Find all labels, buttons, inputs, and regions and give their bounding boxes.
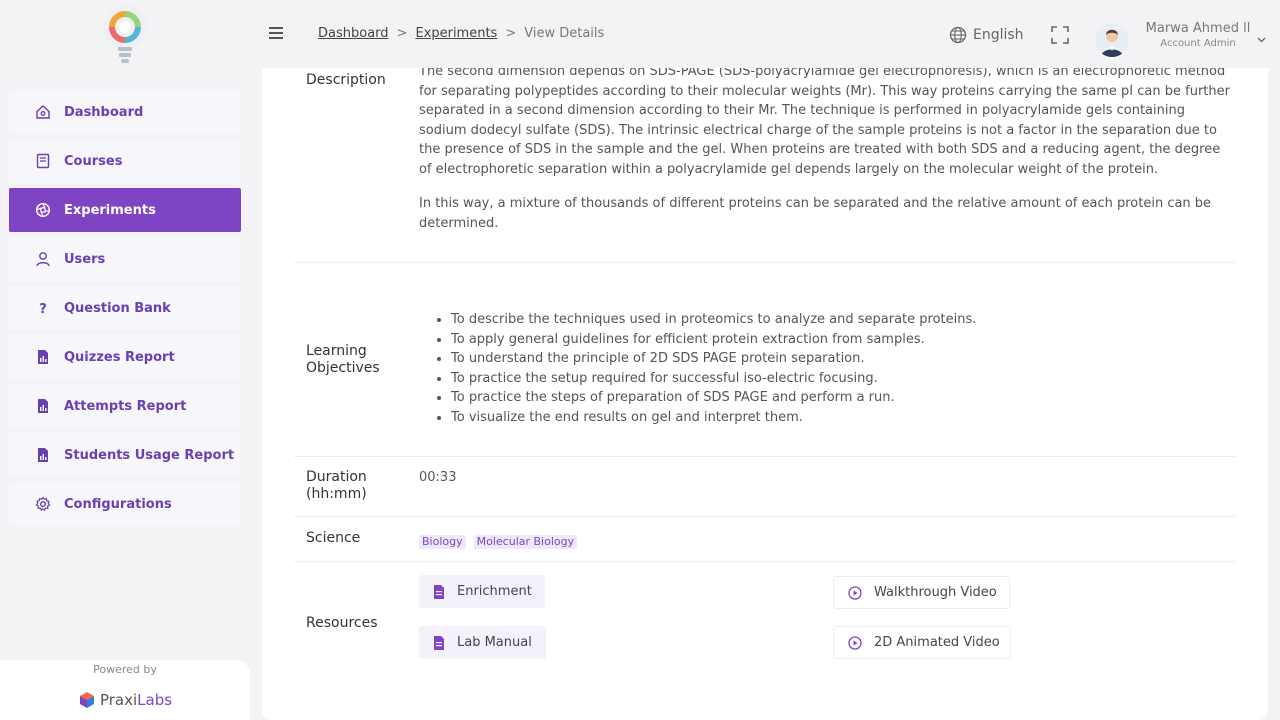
home-icon: [35, 104, 51, 120]
learning-objectives-list: To describe the techniques used in prote…: [419, 310, 1231, 427]
sidebar-item-label: Experiments: [64, 202, 156, 218]
lab-manual-button[interactable]: Lab Manual: [419, 626, 546, 659]
sidebar-item-courses[interactable]: Courses: [9, 139, 241, 183]
sidebar-item-label: Students Usage Report: [64, 447, 235, 463]
science-tags: Biology Molecular Biology: [419, 532, 1231, 552]
breadcrumb-experiments-link[interactable]: Experiments: [415, 26, 497, 41]
brand-suffix: Labs: [137, 691, 173, 709]
lightbulb-logo-icon: [103, 4, 147, 63]
list-item: To visualize the end results on gel and …: [451, 408, 1231, 428]
experiment-details-card: Description The second dimension depends…: [262, 68, 1268, 720]
science-section: Science Biology Molecular Biology: [294, 517, 1236, 561]
resources-label: Resources: [306, 615, 378, 631]
sidebar-item-students-usage-report[interactable]: Students Usage Report: [9, 433, 241, 477]
breadcrumb-dashboard-link[interactable]: Dashboard: [318, 26, 389, 41]
learning-objectives-section: Learning Objectives To describe the tech…: [294, 263, 1236, 456]
document-icon: [434, 635, 444, 650]
enrichment-button[interactable]: Enrichment: [419, 575, 545, 608]
sidebar-item-label: Configurations: [64, 496, 172, 512]
resource-label: Enrichment: [457, 584, 532, 599]
description-section: Description The second dimension depends…: [294, 68, 1236, 237]
resource-label: Walkthrough Video: [874, 585, 997, 600]
description-label: Description: [306, 72, 386, 88]
document-icon: [434, 584, 444, 599]
sidebar-item-attempts-report[interactable]: Attempts Report: [9, 384, 241, 428]
sidebar-item-label: Question Bank: [64, 300, 171, 316]
report-icon: [35, 398, 51, 414]
sidebar-item-users[interactable]: Users: [9, 237, 241, 281]
description-paragraph: The second dimension depends on SDS-PAGE…: [419, 68, 1230, 177]
avatar: [1095, 22, 1129, 57]
user-name: Marwa Ahmed ll: [1145, 20, 1251, 36]
science-tag-molecular-biology[interactable]: Molecular Biology: [473, 535, 578, 549]
resources-section: Resources Enrichment Lab Manual Walkthro…: [294, 562, 1236, 672]
duration-section: Duration (hh:mm) 00:33: [294, 457, 1236, 517]
list-item: To practice the steps of preparation of …: [451, 388, 1231, 408]
fullscreen-icon: [1051, 25, 1069, 44]
sidebar-item-label: Courses: [64, 153, 123, 169]
brand-prefix: Praxi: [99, 691, 138, 709]
list-item: To apply general guidelines for efficien…: [451, 330, 1231, 350]
menu-toggle-button[interactable]: [250, 0, 302, 66]
duration-value: 00:33: [419, 470, 457, 485]
resource-label: 2D Animated Video: [874, 635, 1000, 650]
list-item: To practice the setup required for succe…: [451, 369, 1231, 389]
report-icon: [35, 349, 51, 365]
sidebar: Dashboard Courses Experiments Users ? Qu…: [0, 0, 250, 720]
report-icon: [35, 447, 51, 463]
chevron-down-icon: [1257, 37, 1266, 42]
logo[interactable]: [24, 0, 226, 69]
breadcrumb-separator: >: [505, 26, 517, 41]
list-item: To understand the principle of 2D SDS PA…: [451, 349, 1231, 369]
powered-by: Powered by Praxi Labs: [0, 660, 250, 720]
question-icon: ?: [35, 300, 51, 316]
label-line: Objectives: [306, 360, 380, 376]
powered-by-text: Powered by: [93, 663, 157, 676]
sidebar-item-quizzes-report[interactable]: Quizzes Report: [9, 335, 241, 379]
book-icon: [35, 153, 51, 169]
duration-label: Duration (hh:mm): [306, 469, 367, 503]
animated-video-button[interactable]: 2D Animated Video: [833, 626, 1011, 659]
label-line: (hh:mm): [306, 486, 367, 502]
sidebar-item-experiments[interactable]: Experiments: [9, 188, 241, 232]
description-text: The second dimension depends on SDS-PAGE…: [419, 68, 1231, 233]
label-line: Learning: [306, 343, 367, 359]
language-selector[interactable]: English: [937, 0, 1037, 69]
language-label: English: [973, 26, 1024, 43]
user-icon: [35, 251, 51, 267]
globe-icon: [949, 26, 967, 43]
breadcrumb-separator: >: [396, 26, 408, 41]
description-paragraph: In this way, a mixture of thousands of d…: [419, 196, 1212, 231]
breadcrumb: Dashboard > Experiments > View Details: [318, 26, 604, 41]
sidebar-item-question-bank[interactable]: ? Question Bank: [9, 286, 241, 330]
walkthrough-video-button[interactable]: Walkthrough Video: [833, 576, 1010, 609]
resource-label: Lab Manual: [457, 635, 532, 650]
user-role: Account Admin: [1160, 37, 1236, 49]
svg-text:?: ?: [39, 302, 47, 316]
gear-icon: [35, 496, 51, 512]
topbar: Dashboard > Experiments > View Details E…: [250, 0, 1280, 68]
fullscreen-button[interactable]: [1037, 0, 1083, 69]
praxilabs-brand[interactable]: Praxi Labs: [0, 691, 250, 709]
label-line: Duration: [306, 469, 367, 485]
play-circle-icon: [848, 635, 862, 650]
learning-objectives-label: Learning Objectives: [306, 343, 380, 377]
user-profile-menu[interactable]: Marwa Ahmed ll Account Admin: [1085, 0, 1268, 69]
science-tag-biology[interactable]: Biology: [419, 535, 466, 549]
aperture-icon: [35, 202, 51, 218]
sidebar-item-label: Dashboard: [64, 104, 144, 120]
sidebar-item-label: Attempts Report: [64, 398, 187, 414]
praxilabs-cube-icon: [79, 692, 94, 708]
sidebar-item-configurations[interactable]: Configurations: [9, 482, 241, 526]
play-circle-icon: [848, 585, 862, 600]
hamburger-icon: [269, 27, 283, 39]
sidebar-item-label: Users: [64, 251, 106, 267]
sidebar-nav: Dashboard Courses Experiments Users ? Qu…: [9, 90, 241, 531]
sidebar-item-label: Quizzes Report: [64, 349, 175, 365]
list-item: To describe the techniques used in prote…: [451, 310, 1231, 330]
sidebar-item-dashboard[interactable]: Dashboard: [9, 90, 241, 134]
science-label: Science: [306, 530, 361, 546]
breadcrumb-current: View Details: [524, 26, 605, 41]
